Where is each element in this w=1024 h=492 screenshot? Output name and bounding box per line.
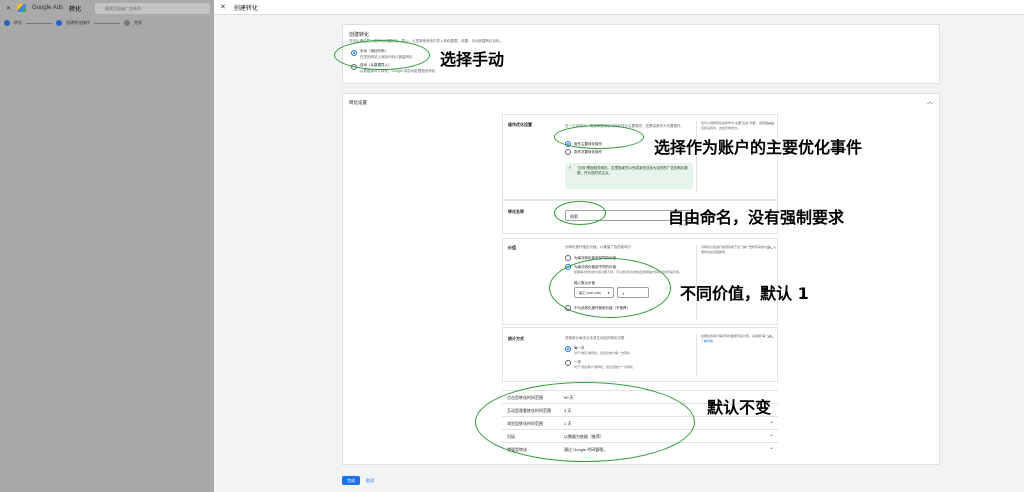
highlight-ellipse: [334, 40, 430, 70]
step-2: 创建转化操作: [66, 20, 90, 25]
same-value-radio[interactable]: [565, 255, 571, 261]
cancel-button[interactable]: 取消: [366, 478, 374, 484]
step-1: 转化: [14, 20, 22, 25]
value-chevron-icon[interactable]: ︿: [767, 242, 773, 251]
count-label: 统计方式: [508, 336, 524, 341]
annotation-default: 默认不变: [707, 398, 772, 417]
highlight-ellipse: [554, 201, 606, 225]
create-method-card: 创建转化 您可以通过导入或手动创建转化，导入：从您其他系统中导入转化数据，设置：…: [342, 24, 940, 84]
create-conversion-panel: ✕ 创建转化 创建转化 您可以通过导入或手动创建转化，导入：从您其他系统中导入转…: [214, 0, 1024, 492]
step-check-icon: [4, 20, 10, 26]
section-name: 转化: [69, 6, 82, 13]
highlight-ellipse: [475, 382, 695, 462]
panel-title: 创建转化: [233, 5, 258, 12]
expand-chevron-icon[interactable]: ⌄: [769, 418, 774, 425]
close-icon: ✕: [6, 5, 12, 12]
value-label: 价值: [508, 245, 516, 250]
auto-option-desc: 从数据源导入转化，Google 将自动处理相关转化: [360, 69, 436, 73]
step-3: 完成: [134, 20, 142, 25]
count-side-text: 如果您的客户每次转化都能带来价值，请选择"每一次"。: [701, 334, 776, 338]
goal-info-box: ✓ "目标"是指相关转化。这里指某些以完成某些目标为目的的广告的转化数据，作为您…: [565, 163, 693, 189]
close-icon[interactable]: ✕: [220, 3, 226, 11]
count-side-note: 如果您的客户每次转化都能带来价值，请选择"每一次"。 了解详情: [696, 334, 776, 376]
expand-chevron-icon[interactable]: ⌄: [769, 444, 774, 451]
search-input: 搜索页面或广告系列: [95, 3, 210, 14]
highlight-ellipse: [554, 125, 644, 149]
goal-chevron-icon[interactable]: ︿: [767, 118, 773, 127]
annotation-primary: 选择作为账户的主要优化事件: [654, 138, 863, 157]
count-chevron-icon[interactable]: ︿: [767, 331, 773, 340]
create-heading: 创建转化: [349, 32, 370, 38]
done-button[interactable]: 完成: [342, 476, 360, 485]
secondary-action-radio[interactable]: [565, 149, 571, 155]
every-count-desc: 对于"购买"类转化，建议您统计每一次转化: [574, 351, 631, 355]
annotation-value: 不同价值，默认 1: [680, 284, 809, 303]
app-name: Google Ads: [32, 5, 64, 11]
secondary-action-label: 用作次要转化操作: [574, 150, 602, 154]
step-3-icon: [124, 20, 130, 26]
one-count-desc: 对于"潜在客户"类转化，建议您统计一次转化: [574, 365, 634, 369]
collapse-chevron-icon[interactable]: ︿: [927, 97, 933, 106]
settings-heading: 转化设置: [349, 100, 367, 105]
panel-header: ✕ 创建转化: [214, 0, 1024, 15]
every-count-radio[interactable]: [565, 346, 571, 352]
count-section: 统计方式 选择统计每次点击或互动后的转化次数 每一次 对于"购买"类转化，建议您…: [502, 327, 778, 382]
goal-label: 操作优化设置: [508, 122, 532, 127]
step-divider: [94, 22, 120, 24]
annotation-name: 自由命名，没有强制要求: [668, 208, 845, 227]
value-desc: 为转化操作指定价值，以衡量广告的影响力: [565, 245, 632, 249]
annotation-manual: 选择手动: [440, 50, 505, 69]
google-ads-logo-icon: [17, 4, 27, 12]
background-page: ✕ Google Ads 转化 搜索页面或广告系列 转化 创建转化操作 完成: [0, 0, 214, 492]
expand-chevron-icon[interactable]: ⌄: [769, 431, 774, 438]
count-desc: 选择统计每次点击或互动后的转化次数: [565, 336, 625, 340]
highlight-ellipse: [549, 258, 671, 318]
one-count-radio[interactable]: [565, 360, 571, 366]
stepper: 转化 创建转化操作 完成: [4, 20, 142, 26]
check-circle-icon: ✓: [568, 165, 573, 171]
step-divider: [26, 22, 52, 24]
goal-info-text: "目标"是指相关转化。这里指某些以完成某些目标为目的的广告的转化数据，作为您的关…: [577, 166, 688, 175]
name-label: 转化名称: [508, 209, 524, 214]
step-2-icon: [56, 20, 62, 26]
learn-more-link[interactable]: 了解详情: [701, 339, 713, 343]
